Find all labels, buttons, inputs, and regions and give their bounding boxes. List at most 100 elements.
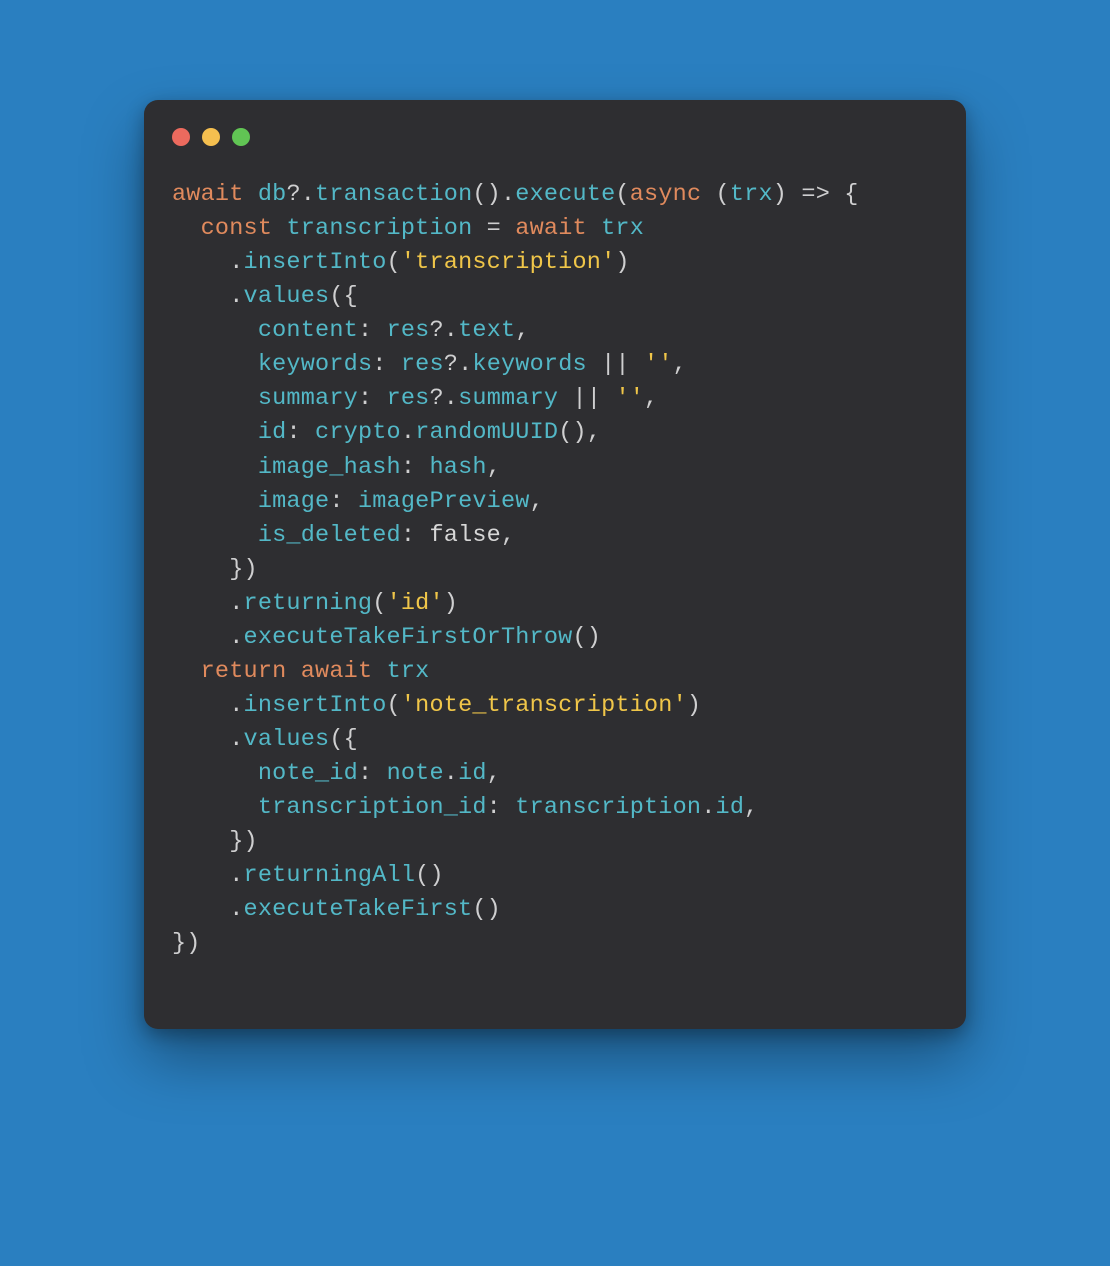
code-token: . [172, 249, 244, 276]
code-token [172, 215, 201, 242]
code-token: }) [172, 930, 201, 957]
code-token: false [429, 522, 501, 549]
code-token: . [172, 590, 244, 617]
code-token [587, 215, 601, 242]
code-token [172, 317, 258, 344]
code-line: .returning('id') [172, 587, 938, 621]
code-token: '' [615, 385, 644, 412]
code-token: transcription [286, 215, 472, 242]
code-token: ( [387, 692, 401, 719]
code-token: , [515, 317, 529, 344]
code-token [172, 794, 258, 821]
code-token [286, 658, 300, 685]
code-token: const [201, 215, 273, 242]
code-token: . [172, 896, 244, 923]
code-token: image_hash [258, 454, 401, 481]
code-token: () [572, 624, 601, 651]
code-token: : [358, 385, 387, 412]
code-block: await db?.transaction().execute(async (t… [144, 154, 966, 981]
code-token: . [172, 862, 244, 889]
code-token: || [558, 385, 615, 412]
code-token: crypto [315, 419, 401, 446]
code-token: transaction [315, 181, 472, 208]
code-token: id [458, 760, 487, 787]
code-token: . [401, 419, 415, 446]
close-icon[interactable] [172, 128, 190, 146]
window-titlebar [144, 100, 966, 154]
code-token [172, 760, 258, 787]
code-token: image [258, 488, 330, 515]
code-token: . [172, 624, 244, 651]
code-token: ) [444, 590, 458, 617]
code-line: return await trx [172, 655, 938, 689]
code-token: insertInto [244, 692, 387, 719]
code-token: : [401, 454, 430, 481]
code-token: returning [244, 590, 373, 617]
code-token: : [358, 760, 387, 787]
code-token [172, 488, 258, 515]
code-token: . [172, 692, 244, 719]
code-token: ( [615, 181, 629, 208]
code-token: '' [644, 351, 673, 378]
code-line: is_deleted: false, [172, 519, 938, 553]
code-token: ?. [429, 317, 458, 344]
code-token: () [472, 896, 501, 923]
code-line: transcription_id: transcription.id, [172, 791, 938, 825]
code-token [172, 419, 258, 446]
code-token: res [401, 351, 444, 378]
code-line: }) [172, 927, 938, 961]
code-token: executeTakeFirst [244, 896, 473, 923]
code-token: }) [172, 828, 258, 855]
code-line: keywords: res?.keywords || '', [172, 348, 938, 382]
code-token [172, 522, 258, 549]
code-token: ) [615, 249, 629, 276]
code-token: trx [601, 215, 644, 242]
code-token: , [744, 794, 758, 821]
code-token: note_id [258, 760, 358, 787]
minimize-icon[interactable] [202, 128, 220, 146]
code-window: await db?.transaction().execute(async (t… [144, 100, 966, 1029]
code-token: () [415, 862, 444, 889]
zoom-icon[interactable] [232, 128, 250, 146]
code-token: , [487, 760, 501, 787]
code-token: : [286, 419, 315, 446]
code-token: : [401, 522, 430, 549]
code-token: (), [558, 419, 601, 446]
code-token: res [387, 317, 430, 344]
code-token: text [458, 317, 515, 344]
code-token: , [487, 454, 501, 481]
code-token: ({ [329, 726, 358, 753]
code-token: returningAll [244, 862, 416, 889]
code-line: .returningAll() [172, 859, 938, 893]
code-token [372, 658, 386, 685]
code-token: hash [429, 454, 486, 481]
code-token [172, 454, 258, 481]
code-token: : [372, 351, 401, 378]
code-token [172, 385, 258, 412]
code-token: values [244, 726, 330, 753]
code-token: summary [458, 385, 558, 412]
code-token [244, 181, 258, 208]
code-token: (). [472, 181, 515, 208]
code-token [272, 215, 286, 242]
code-token: 'id' [387, 590, 444, 617]
code-token: keywords [258, 351, 372, 378]
code-token: ) [687, 692, 701, 719]
code-token: . [701, 794, 715, 821]
code-token: , [644, 385, 658, 412]
code-token: is_deleted [258, 522, 401, 549]
code-token: ( [387, 249, 401, 276]
code-token: , [530, 488, 544, 515]
code-token: await [515, 215, 587, 242]
code-token: trx [730, 181, 773, 208]
code-token: ?. [286, 181, 315, 208]
code-token: id [716, 794, 745, 821]
code-line: content: res?.text, [172, 314, 938, 348]
code-token: ( [372, 590, 386, 617]
code-token: execute [515, 181, 615, 208]
code-token: : [358, 317, 387, 344]
code-token: res [387, 385, 430, 412]
code-line: .executeTakeFirst() [172, 893, 938, 927]
code-token: note [387, 760, 444, 787]
code-token: ({ [329, 283, 358, 310]
